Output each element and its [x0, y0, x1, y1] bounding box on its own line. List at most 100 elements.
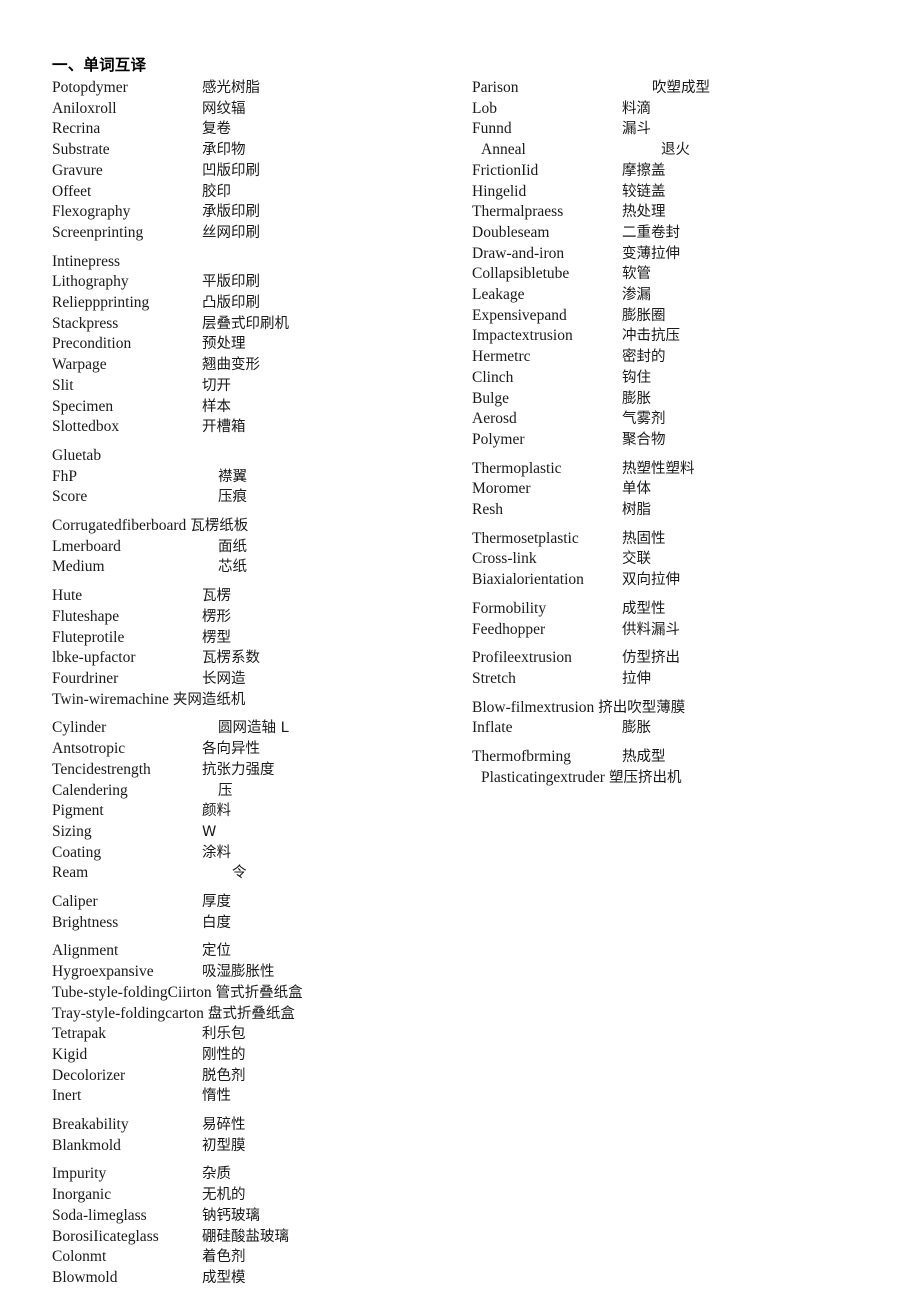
vocabulary-entry: Moromer 单体 — [472, 479, 872, 500]
vocabulary-entry: Expensivepand 膨胀圈 — [472, 306, 872, 327]
entry-gloss: 压 — [218, 782, 233, 799]
entry-gloss: 硼硅酸盐玻璃 — [202, 1228, 289, 1245]
entry-term: Blow-filmextrusion — [472, 698, 595, 716]
entry-term: Intinepress — [52, 252, 121, 270]
vocabulary-entry: Brightness 白度 — [52, 913, 472, 934]
vocabulary-entry: lbke-upfactor 瓦楞系数 — [52, 648, 472, 669]
entry-gloss: 热塑性塑料 — [622, 460, 695, 477]
entry-term: Hingelid — [472, 182, 527, 200]
vocabulary-entry: Gluetab — [52, 446, 472, 467]
entry-term: Doubleseam — [472, 223, 550, 241]
vocabulary-entry: Sizing W — [52, 822, 472, 843]
vocabulary-entry: Offeet 胶印 — [52, 182, 472, 203]
entry-gloss: 成型性 — [622, 600, 666, 617]
vocabulary-entry: Thermosetplastic 热固性 — [472, 529, 872, 550]
vocabulary-column-right: Parison 吹塑成型 Lob 料滴 Funnd 漏斗 Anneal 退火 FrictionI… — [472, 78, 872, 789]
entry-gloss: 切开 — [202, 377, 231, 394]
vocabulary-entry: Fourdriner 长网造 — [52, 669, 472, 690]
vocabulary-entry: Thermoplastic 热塑性塑料 — [472, 459, 872, 480]
entry-term: Draw-and-iron — [472, 244, 565, 262]
entry-gloss: 易碎性 — [202, 1117, 246, 1134]
vocabulary-entry: Formobility 成型性 — [472, 599, 872, 620]
vocabulary-entry: Hute 瓦楞 — [52, 586, 472, 607]
entry-gloss: 凸版印刷 — [202, 295, 260, 312]
entry-gloss: 交联 — [622, 551, 651, 568]
vocabulary-entry: Blowmold 成型模 — [52, 1268, 472, 1289]
entry-term: Cylinder — [52, 719, 107, 737]
page-title: 一、单词互译 — [52, 56, 147, 74]
entry-gloss: 层叠式印刷机 — [202, 315, 289, 332]
vocabulary-entry: Stretch 拉伸 — [472, 669, 872, 690]
entry-gloss: 杂质 — [202, 1166, 231, 1183]
group-separator — [472, 451, 872, 459]
entry-gloss: 软管 — [622, 266, 651, 283]
vocabulary-entry: Hermetrc 密封的 — [472, 347, 872, 368]
vocabulary-entry: Tetrapak 利乐包 — [52, 1024, 472, 1045]
vocabulary-entry: Bulge 膨胀 — [472, 389, 872, 410]
entry-term: Aniloxroll — [52, 99, 117, 117]
vocabulary-entry: Clinch 钩住 — [472, 368, 872, 389]
entry-gloss: 吸湿膨胀性 — [202, 964, 275, 981]
entry-term: Thermofbrming — [472, 748, 572, 766]
vocabulary-entry: Blow-filmextrusion 挤出吹型薄膜 — [472, 698, 872, 719]
vocabulary-entry: Impactextrusion 冲击抗压 — [472, 326, 872, 347]
entry-term: Stackpress — [52, 314, 119, 332]
group-separator — [52, 578, 472, 586]
vocabulary-entry: Twin-wiremachine 夹网造纸机 — [52, 690, 472, 711]
entry-gloss: 塑压挤出机 — [608, 769, 682, 786]
entry-gloss: 双向拉伸 — [622, 572, 680, 589]
entry-gloss: 盘式折叠纸盒 — [207, 1005, 295, 1022]
vocabulary-entry: Kigid 刚性的 — [52, 1045, 472, 1066]
entry-term: Recrina — [52, 120, 101, 138]
entry-term: Warpage — [52, 356, 107, 374]
entry-term: Thermosetplastic — [472, 529, 579, 547]
entry-term: Lmerboard — [52, 537, 121, 555]
entry-gloss: 面纸 — [218, 538, 247, 555]
entry-gloss: 涂料 — [202, 844, 231, 861]
entry-term: Potopdymer — [52, 79, 128, 96]
vocabulary-entry: Feedhopper 供料漏斗 — [472, 620, 872, 641]
vocabulary-entry: Antsotropic 各向异性 — [52, 739, 472, 760]
entry-term: Hygroexpansive — [52, 963, 154, 981]
entry-gloss: 楞形 — [202, 608, 231, 625]
group-separator — [52, 710, 472, 718]
entry-term: Anneal — [481, 141, 526, 159]
entry-gloss: 拉伸 — [622, 670, 651, 687]
entry-gloss: 瓦楞 — [202, 588, 231, 605]
vocabulary-entry: Relieppprinting 凸版印刷 — [52, 293, 472, 314]
vocabulary-entry: Profileextrusion 仿型挤出 — [472, 648, 872, 669]
entry-term: Inflate — [472, 719, 513, 737]
entry-term: Tray-style-foldingcarton — [52, 1004, 204, 1022]
entry-gloss: 聚合物 — [622, 431, 666, 448]
entry-term: Lob — [472, 99, 497, 117]
vocabulary-entry: Colonmt 着色剂 — [52, 1247, 472, 1268]
entry-term: Twin-wiremachine — [52, 690, 169, 708]
entry-term: Blowmold — [52, 1268, 118, 1286]
vocabulary-entry: BorosiIicateglass 硼硅酸盐玻璃 — [52, 1227, 472, 1248]
document-page: 一、单词互译 Potopdymer 感光树脂 Aniloxroll 网纹辐 Recrin… — [0, 0, 920, 1301]
entry-gloss: 膨胀圈 — [622, 307, 666, 324]
group-separator — [52, 508, 472, 516]
entry-term: Decolorizer — [52, 1066, 126, 1084]
vocabulary-entry: Coating 涂料 — [52, 843, 472, 864]
vocabulary-entry: Calendering 压 — [52, 781, 472, 802]
vocabulary-entry: Medium 芯纸 — [52, 557, 472, 578]
entry-gloss: 料滴 — [622, 100, 651, 117]
vocabulary-entry: Funnd 漏斗 — [472, 119, 872, 140]
vocabulary-entry: Parison 吹塑成型 — [472, 78, 872, 99]
entry-gloss: 单体 — [622, 481, 651, 498]
entry-term: Bulge — [472, 389, 510, 407]
entry-term: Hermetrc — [472, 348, 531, 366]
entry-gloss: 夹网造纸机 — [172, 691, 246, 708]
entry-gloss: 脱色剂 — [202, 1067, 246, 1084]
vocabulary-entry: Tencidestrength 抗张力强度 — [52, 760, 472, 781]
entry-term: Impactextrusion — [472, 327, 573, 345]
entry-gloss: 刚性的 — [202, 1046, 246, 1063]
entry-gloss: 芯纸 — [218, 559, 247, 576]
entry-gloss: 热固性 — [622, 530, 666, 547]
entry-term: Expensivepand — [472, 306, 567, 324]
entry-gloss: 退火 — [661, 142, 690, 159]
entry-term: Antsotropic — [52, 740, 126, 758]
vocabulary-column-left: Potopdymer 感光树脂 Aniloxroll 网纹辐 Recrina 复卷 Subs… — [52, 78, 472, 1289]
vocabulary-entry: Impurity 杂质 — [52, 1164, 472, 1185]
